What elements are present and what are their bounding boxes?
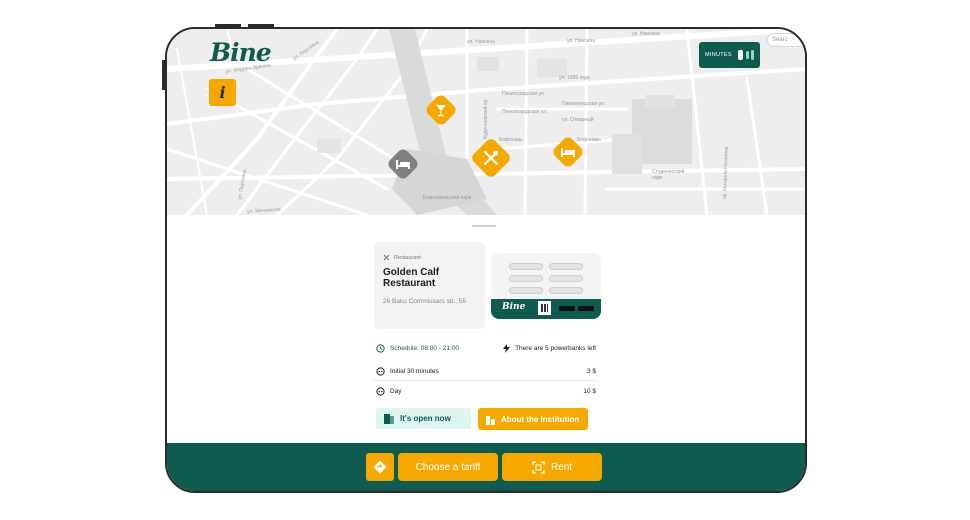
tariff-row: Day 10 $ bbox=[376, 384, 596, 398]
place-address: 26 Baku Commissars str., 55 bbox=[383, 298, 467, 305]
minutes-label: MINUTES bbox=[705, 52, 732, 58]
tariff-price: 10 $ bbox=[583, 387, 596, 395]
building-block bbox=[612, 134, 642, 174]
rent-button[interactable]: Rent bbox=[502, 453, 602, 481]
station-brand-band: Bine bbox=[491, 299, 601, 319]
tariff-price: 3 $ bbox=[586, 367, 596, 375]
info-row-schedule: Schedule: 08:00 - 21:00 There are 5 powe… bbox=[376, 341, 596, 355]
bottom-action-bar: Choose a tariff Rent bbox=[167, 443, 805, 491]
street-label: Будённовский пр. bbox=[483, 98, 489, 139]
bine-logo: Bine bbox=[210, 38, 272, 67]
building-icon bbox=[486, 415, 495, 425]
street-label: ул. Нансена bbox=[567, 38, 596, 44]
schedule-text: Schedule: 08:00 - 21:00 bbox=[390, 344, 460, 352]
bed-icon bbox=[560, 146, 576, 158]
station-logo: Bine bbox=[502, 302, 526, 312]
open-status-label: It's open now bbox=[400, 414, 451, 423]
about-institution-button[interactable]: About the Institution bbox=[478, 408, 588, 430]
station-photo: Bine bbox=[491, 253, 601, 319]
street-label: ул. Нансена bbox=[632, 31, 661, 37]
building-block bbox=[477, 57, 499, 71]
app-store-badge bbox=[559, 306, 575, 311]
directions-button[interactable] bbox=[366, 453, 394, 481]
place-category-label: Restaurant bbox=[394, 254, 421, 261]
clock-icon bbox=[376, 343, 385, 353]
map-search-input[interactable]: Searc bbox=[767, 33, 805, 47]
powerbank-signal-icon bbox=[737, 50, 754, 60]
info-button[interactable]: i bbox=[209, 79, 236, 106]
directions-icon bbox=[373, 460, 387, 474]
qr-scan-icon bbox=[532, 460, 545, 474]
place-name: Golden Calf Restaurant bbox=[383, 267, 440, 289]
map-view[interactable]: ул. Фёдора Эденіна ул. Портляна ул. Нанс… bbox=[167, 29, 805, 215]
fork-knife-icon bbox=[482, 149, 500, 167]
street-label: Пинвоградская ул. bbox=[502, 91, 546, 97]
street-label: Комсомольский парк bbox=[423, 195, 472, 201]
open-status-badge: It's open now bbox=[376, 408, 471, 429]
tariff-icon bbox=[376, 386, 385, 396]
powerbank-slot bbox=[509, 263, 543, 270]
minutes-toggle[interactable]: MINUTES bbox=[699, 42, 760, 68]
door-open-icon bbox=[384, 414, 394, 424]
tariff-label: Initial 30 minutes bbox=[390, 367, 439, 375]
powerbank-slot bbox=[549, 287, 583, 294]
powerbank-slots bbox=[507, 261, 587, 299]
bed-icon bbox=[395, 158, 411, 170]
street-label: Студенческий парк bbox=[652, 169, 685, 181]
row-divider bbox=[374, 380, 596, 381]
building-block bbox=[645, 95, 675, 107]
street-label: Бофонарь bbox=[577, 137, 601, 143]
powerbanks-left-text: There are 5 powerbanks left bbox=[515, 344, 596, 352]
choose-tariff-button[interactable]: Choose a tariff bbox=[398, 453, 498, 481]
qr-code-icon bbox=[538, 301, 551, 315]
tariff-row: Initial 30 minutes 3 $ bbox=[376, 364, 596, 378]
powerbank-slot bbox=[509, 275, 543, 282]
street-label: Пенкагородская ул. bbox=[502, 109, 548, 115]
sheet-drag-handle[interactable] bbox=[472, 225, 496, 227]
powerbank-slot bbox=[549, 275, 583, 282]
place-card: Restaurant Golden Calf Restaurant 26 Bak… bbox=[374, 242, 485, 329]
google-play-badge bbox=[578, 306, 594, 311]
street-label: ул. 1905 года bbox=[559, 75, 590, 81]
tablet-frame: ул. Фёдора Эденіна ул. Портляна ул. Нанс… bbox=[165, 27, 807, 493]
powerbank-slot bbox=[509, 287, 543, 294]
street-label: ул. Отварный bbox=[562, 117, 594, 123]
place-category: Restaurant bbox=[383, 254, 476, 261]
powerbank-slot bbox=[549, 263, 583, 270]
lightning-icon bbox=[503, 343, 511, 353]
fork-knife-icon bbox=[383, 254, 390, 261]
info-icon: i bbox=[219, 83, 226, 102]
place-details-sheet: Restaurant Golden Calf Restaurant 26 Bak… bbox=[167, 215, 805, 443]
street-label: Бофонарь bbox=[499, 137, 523, 143]
street-label: Пинвоградская ул. bbox=[562, 101, 606, 107]
building-block bbox=[317, 139, 341, 153]
about-institution-label: About the Institution bbox=[501, 414, 580, 424]
rent-label: Rent bbox=[550, 461, 573, 473]
tariff-label: Day bbox=[390, 387, 402, 395]
cocktail-icon bbox=[434, 103, 448, 117]
street-label: ул. Нансена bbox=[467, 39, 496, 45]
tariff-icon bbox=[376, 366, 385, 376]
